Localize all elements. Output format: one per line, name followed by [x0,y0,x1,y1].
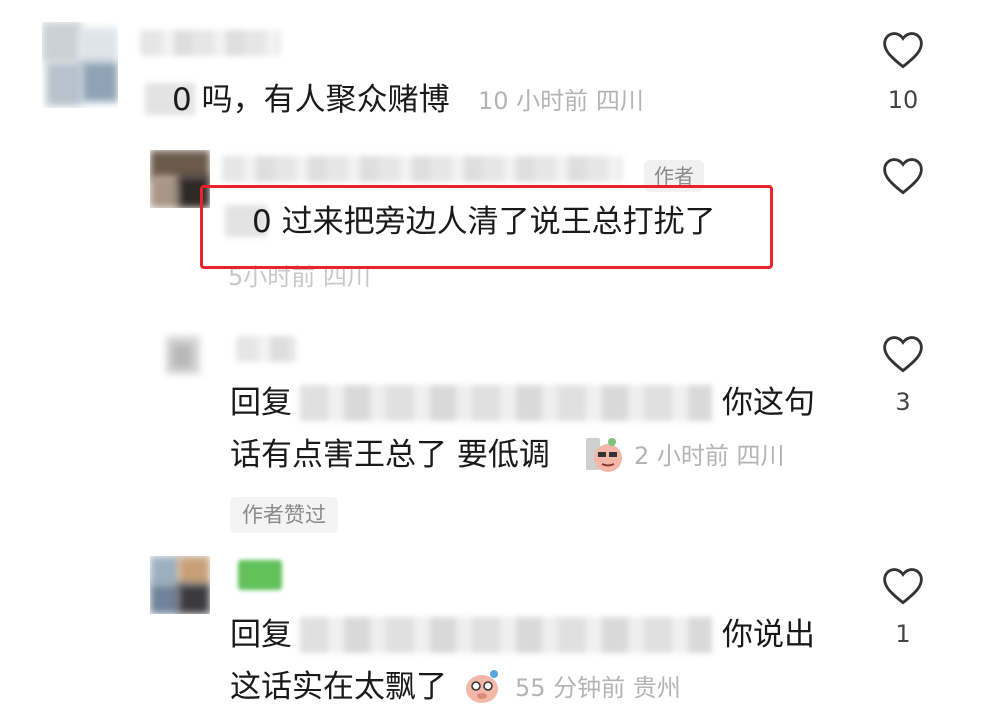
replied-username-blurred[interactable] [300,385,712,421]
heart-icon[interactable] [882,566,924,606]
emoji-sticker [466,670,498,703]
username-blurred[interactable] [140,30,280,56]
like-count: 10 [887,86,919,114]
heart-icon[interactable] [882,156,924,196]
replied-username-blurred[interactable] [300,617,712,653]
heart-icon[interactable] [882,334,924,374]
author-liked-badge: 作者赞过 [230,497,338,533]
like-count: 3 [895,388,911,416]
reply-prefix: 回复 [230,617,292,653]
username-blurred[interactable] [222,156,622,182]
comment-text-line2: 这话实在太飘了 [230,669,447,705]
comment-text-line1: 你这句 [722,385,815,421]
avatar[interactable] [150,556,210,614]
like-count: 1 [895,620,911,648]
avatar[interactable] [160,330,206,380]
highlight-box [200,185,773,269]
emoji-sticker [586,438,622,472]
username-blurred[interactable] [236,336,296,362]
comment-meta: 10 小时前 四川 [478,87,644,115]
comment-meta: 55 分钟前 贵州 [515,674,681,702]
comment-text: 0 吗，有人聚众赌博 [172,82,450,118]
avatar[interactable] [42,22,118,108]
username-blurred[interactable] [238,560,282,590]
reply-prefix: 回复 [230,385,292,421]
comment-text-line1: 你说出 [722,617,815,653]
comment-meta: 2 小时前 四川 [634,442,785,470]
comment-text-line2: 话有点害王总了 要低调 [230,437,550,473]
heart-icon[interactable] [882,30,924,70]
